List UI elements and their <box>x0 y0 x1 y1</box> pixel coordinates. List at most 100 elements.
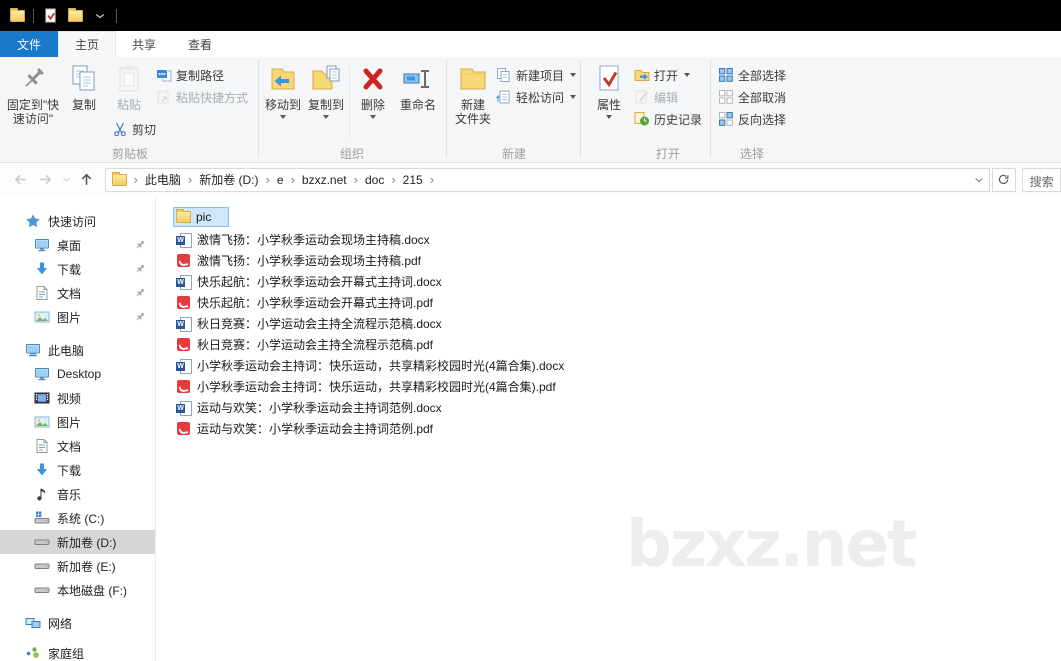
file-name: 激情飞扬：小学秋季运动会现场主持稿.pdf <box>197 252 421 269</box>
file-row[interactable]: 激情飞扬：小学秋季运动会现场主持稿.docx <box>156 229 1061 250</box>
qat-separator <box>116 9 117 23</box>
pin-icon[interactable] <box>134 287 146 299</box>
file-row[interactable]: 小学秋季运动会主持词：快乐运动，共享精彩校园时光(4篇合集).pdf <box>156 376 1061 397</box>
qat-folder-button[interactable] <box>8 7 26 25</box>
select-none-button[interactable]: 全部取消 <box>718 87 786 107</box>
address-bar[interactable]: › 此电脑 › 新加卷 (D:) › e › bzxz.net › doc › … <box>105 168 990 192</box>
sidebar-item-drive-f[interactable]: 本地磁盘 (F:) <box>0 578 155 602</box>
paste-shortcut-button[interactable]: 粘贴快捷方式 <box>156 87 248 107</box>
breadcrumb-doc[interactable]: doc <box>361 173 388 187</box>
cut-button[interactable]: 剪切 <box>112 119 156 139</box>
tab-share[interactable]: 共享 <box>116 31 172 57</box>
copy-label: 复制 <box>72 98 96 112</box>
forward-button[interactable] <box>35 169 57 191</box>
drive-icon <box>34 534 50 550</box>
edit-button[interactable]: 编辑 <box>634 87 678 107</box>
breadcrumb-e[interactable]: e <box>273 173 288 187</box>
sidebar-item-documents[interactable]: 文档 <box>0 434 155 458</box>
copy-path-button[interactable]: 复制路径 <box>156 65 224 85</box>
ribbon: 固定到"快速访问" 复制 粘贴 剪切 复制路径 粘贴快捷方式 剪贴板 移动到 <box>0 57 1061 163</box>
paste-shortcut-icon <box>156 89 172 105</box>
rename-button[interactable]: 重命名 <box>394 61 442 112</box>
paste-label: 粘贴 <box>117 98 141 112</box>
sidebar-item-label: 系统 (C:) <box>57 510 104 527</box>
qat-customize-button[interactable] <box>91 7 109 25</box>
file-row[interactable]: 快乐起航：小学秋季运动会开幕式主持词.docx <box>156 271 1061 292</box>
group-label-select: 选择 <box>722 145 782 162</box>
refresh-button[interactable] <box>992 168 1016 192</box>
sidebar-item-drive-d[interactable]: 新加卷 (D:) <box>0 530 155 554</box>
breadcrumb-separator: › <box>288 172 298 187</box>
file-row[interactable]: 快乐起航：小学秋季运动会开幕式主持词.pdf <box>156 292 1061 313</box>
sidebar-item-quick-access[interactable]: 快速访问 <box>0 209 155 233</box>
breadcrumb-bzxz-net[interactable]: bzxz.net <box>298 173 351 187</box>
main-area: 快速访问 桌面 下载 文档 图片 <box>0 196 1061 661</box>
sidebar-item-label: 此电脑 <box>48 342 84 359</box>
delete-button[interactable]: 删除 <box>352 61 394 119</box>
sidebar-item-drive-e[interactable]: 新加卷 (E:) <box>0 554 155 578</box>
drive-icon <box>34 582 50 598</box>
sidebar-item-desktop[interactable]: Desktop <box>0 362 155 386</box>
pin-icon[interactable] <box>134 311 146 323</box>
sidebar-item-drive-c[interactable]: 系统 (C:) <box>0 506 155 530</box>
pin-icon[interactable] <box>134 263 146 275</box>
file-row[interactable]: 秋日竞赛：小学运动会主持全流程示范稿.pdf <box>156 334 1061 355</box>
sidebar-gap <box>0 602 155 611</box>
sidebar-item-documents-qa[interactable]: 文档 <box>0 281 155 305</box>
properties-button[interactable]: 属性 <box>588 61 630 119</box>
sidebar-item-pictures-qa[interactable]: 图片 <box>0 305 155 329</box>
tab-file[interactable]: 文件 <box>0 31 58 57</box>
file-row[interactable]: 秋日竞赛：小学运动会主持全流程示范稿.docx <box>156 313 1061 334</box>
sidebar-item-desktop-qa[interactable]: 桌面 <box>0 233 155 257</box>
qat-new-folder-button[interactable] <box>66 7 84 25</box>
dropdown-caret <box>606 115 612 119</box>
search-input[interactable]: 搜索 <box>1022 168 1061 192</box>
word-file-icon <box>176 232 192 248</box>
sidebar-item-videos[interactable]: 视频 <box>0 386 155 410</box>
back-button[interactable] <box>10 169 32 191</box>
new-item-button[interactable]: 新建项目 <box>496 65 576 85</box>
copy-to-button[interactable]: 复制到 <box>305 61 347 119</box>
copy-path-label: 复制路径 <box>176 67 224 84</box>
recent-locations-button[interactable] <box>59 169 73 191</box>
history-button[interactable]: 历史记录 <box>634 109 702 129</box>
tab-home[interactable]: 主页 <box>58 31 116 57</box>
new-folder-label-line2: 文件夹 <box>455 112 491 126</box>
tab-view[interactable]: 查看 <box>172 31 228 57</box>
system-drive-icon <box>34 510 50 526</box>
paste-button[interactable]: 粘贴 <box>106 61 152 112</box>
sidebar-item-downloads-qa[interactable]: 下载 <box>0 257 155 281</box>
file-row-folder-pic[interactable]: pic <box>156 205 1061 229</box>
sidebar-item-music[interactable]: 音乐 <box>0 482 155 506</box>
pin-icon[interactable] <box>134 239 146 251</box>
easy-access-button[interactable]: 轻松访问 <box>496 87 576 107</box>
breadcrumb-drive-d[interactable]: 新加卷 (D:) <box>195 171 262 188</box>
file-row[interactable]: 运动与欢笑：小学秋季运动会主持词范例.docx <box>156 397 1061 418</box>
select-all-button[interactable]: 全部选择 <box>718 65 786 85</box>
qat-properties-button[interactable] <box>41 7 59 25</box>
breadcrumb-this-pc[interactable]: 此电脑 <box>141 171 185 188</box>
sidebar-item-label: 文档 <box>57 438 81 455</box>
sidebar-item-downloads[interactable]: 下载 <box>0 458 155 482</box>
copy-button[interactable]: 复制 <box>64 61 104 112</box>
file-row[interactable]: 小学秋季运动会主持词：快乐运动，共享精彩校园时光(4篇合集).docx <box>156 355 1061 376</box>
properties-label: 属性 <box>597 98 621 112</box>
sidebar-item-homegroup[interactable]: 家庭组 <box>0 641 155 661</box>
new-folder-button[interactable]: 新建 文件夹 <box>450 61 496 126</box>
sidebar-item-this-pc[interactable]: 此电脑 <box>0 338 155 362</box>
up-button[interactable] <box>76 169 98 191</box>
breadcrumb-215[interactable]: 215 <box>399 173 427 187</box>
open-button[interactable]: 打开 <box>634 65 690 85</box>
file-name: 激情飞扬：小学秋季运动会现场主持稿.docx <box>197 231 430 248</box>
file-row[interactable]: 运动与欢笑：小学秋季运动会主持词范例.pdf <box>156 418 1061 439</box>
address-history-chevron-icon[interactable] <box>973 174 985 186</box>
file-row[interactable]: 激情飞扬：小学秋季运动会现场主持稿.pdf <box>156 250 1061 271</box>
sidebar-item-pictures[interactable]: 图片 <box>0 410 155 434</box>
sidebar-item-network[interactable]: 网络 <box>0 611 155 635</box>
dropdown-caret <box>370 115 376 119</box>
invert-selection-button[interactable]: 反向选择 <box>718 109 786 129</box>
pin-to-quick-access-button[interactable]: 固定到"快速访问" <box>2 61 64 126</box>
move-to-button[interactable]: 移动到 <box>262 61 304 119</box>
group-divider <box>710 60 711 158</box>
chevron-down-icon <box>94 10 106 22</box>
